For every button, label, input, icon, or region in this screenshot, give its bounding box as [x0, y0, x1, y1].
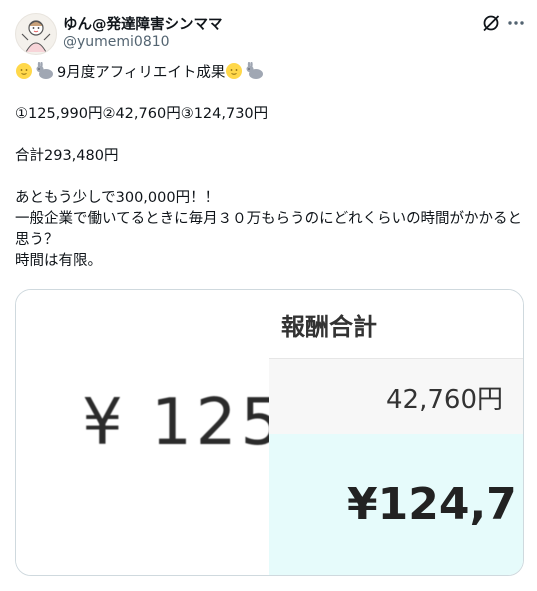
rabbit-icon — [35, 61, 55, 87]
media-right-highlight: ¥124,7 — [269, 434, 523, 575]
media-image-right[interactable]: 報酬合計 42,760円 ¥124,7 — [269, 290, 523, 575]
media-right-header-text: 報酬合計 — [281, 313, 377, 341]
media-image-left[interactable]: ¥ 125 — [16, 290, 269, 575]
tweet-media-card[interactable]: ¥ 125 報酬合計 42,760円 ¥124,7 — [15, 289, 524, 576]
rabbit-icon — [245, 61, 265, 87]
tweet-line-4: あともう少しで300,000円！！ — [15, 190, 220, 206]
tweet-line-2: ①125,990円②42,760円③124,730円 — [15, 106, 269, 122]
media-right-header: 報酬合計 — [269, 290, 523, 359]
full-moon-face-icon — [15, 62, 33, 87]
tweet-text: 9月度アフィリエイト成果 ①125,990円②42,760円③124,730円 … — [15, 61, 525, 272]
tweet-line-5: 一般企業で働いてるときに毎月３０万もらうのにどれくらいの時間がかかると思う？ — [15, 211, 523, 248]
tweet-line-1: 9月度アフィリエイト成果 — [15, 61, 525, 83]
media-left-amount: ¥ 125 — [82, 386, 269, 460]
tweet-line-1-text: 9月度アフィリエイト成果 — [57, 65, 226, 81]
full-moon-face-icon — [225, 62, 243, 87]
author-handle[interactable]: @yumemi0810 — [63, 34, 170, 50]
tweet-line-6: 時間は有限。 — [15, 253, 102, 269]
media-right-row: 42,760円 — [269, 359, 523, 434]
author-avatar[interactable] — [15, 13, 57, 55]
author-display-name[interactable]: ゆん@発達障害シンママ — [63, 13, 223, 34]
media-right-highlight-value: ¥124,7 — [347, 479, 517, 530]
grok-icon[interactable] — [481, 13, 501, 33]
more-options-icon[interactable] — [505, 13, 527, 33]
media-right-row-value: 42,760円 — [386, 385, 503, 415]
tweet-line-3: 合計293,480円 — [15, 148, 119, 164]
